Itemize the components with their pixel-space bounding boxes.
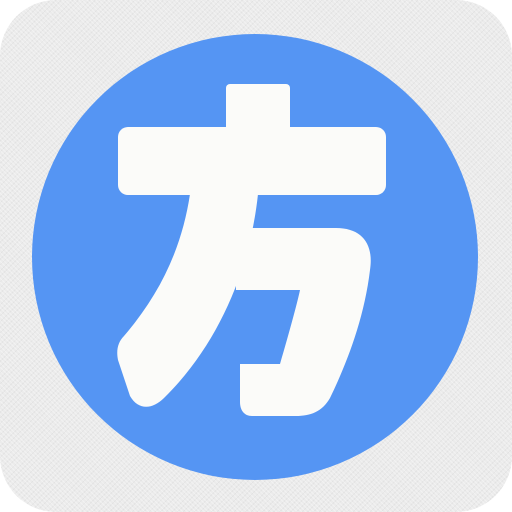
fang-character-glyph: 方 [117, 84, 386, 416]
glyph-strokes [117, 84, 386, 416]
app-icon[interactable]: 方 [0, 0, 512, 512]
